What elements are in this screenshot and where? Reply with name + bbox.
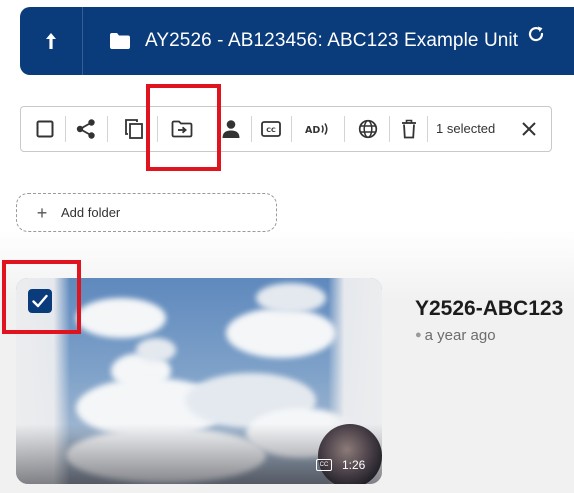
copy-button[interactable] <box>122 107 146 151</box>
folder-header: AY2526 - AB123456: ABC123 Example Unit <box>20 7 574 75</box>
clear-selection-button[interactable] <box>516 107 542 151</box>
meta-dot: ● <box>415 329 422 341</box>
audio-description-icon: AD <box>305 123 328 136</box>
video-duration: 1:26 <box>342 458 366 472</box>
person-icon <box>222 120 240 138</box>
select-all-checkbox[interactable] <box>33 107 57 151</box>
checkmark-icon <box>32 294 48 308</box>
move-button[interactable] <box>169 107 195 151</box>
duration-badge: CC 1:26 <box>316 454 365 476</box>
refresh-button[interactable] <box>525 23 547 45</box>
globe-icon <box>358 119 378 139</box>
audio-description-button[interactable]: AD <box>304 107 332 151</box>
refresh-icon <box>528 26 544 42</box>
move-to-folder-icon <box>171 120 193 138</box>
video-meta: ● a year ago <box>415 327 496 344</box>
go-up-button[interactable] <box>20 7 83 75</box>
video-thumbnail[interactable]: CC 1:26 <box>16 278 382 484</box>
video-upload-time: a year ago <box>424 327 496 344</box>
cc-icon: CC <box>261 121 281 137</box>
page: AY2526 - AB123456: ABC123 Example Unit C… <box>0 0 574 493</box>
owner-button[interactable] <box>219 107 243 151</box>
plus-icon: + <box>36 202 48 223</box>
trash-icon <box>402 119 416 139</box>
captions-available-icon: CC <box>316 459 332 471</box>
copy-icon <box>125 119 143 139</box>
video-select-checkbox[interactable] <box>28 289 52 313</box>
close-icon <box>522 122 536 136</box>
share-button[interactable] <box>73 107 99 151</box>
captions-button[interactable]: CC <box>259 107 283 151</box>
checkbox-empty-icon <box>36 120 54 138</box>
add-folder-label: Add folder <box>61 205 121 220</box>
video-title[interactable]: Y2526-ABC123 <box>415 297 563 321</box>
folder-title: AY2526 - AB123456: ABC123 Example Unit <box>145 30 519 51</box>
share-icon <box>76 119 95 139</box>
svg-text:AD: AD <box>305 125 320 136</box>
svg-text:CC: CC <box>266 126 276 134</box>
selection-toolbar: CC AD 1 selected <box>20 106 552 152</box>
add-folder-button[interactable]: + Add folder <box>16 193 277 232</box>
folder-icon <box>109 32 131 50</box>
arrow-up-icon <box>46 33 56 49</box>
delete-button[interactable] <box>398 107 420 151</box>
publish-button[interactable] <box>356 107 380 151</box>
selected-count: 1 selected <box>436 121 496 136</box>
